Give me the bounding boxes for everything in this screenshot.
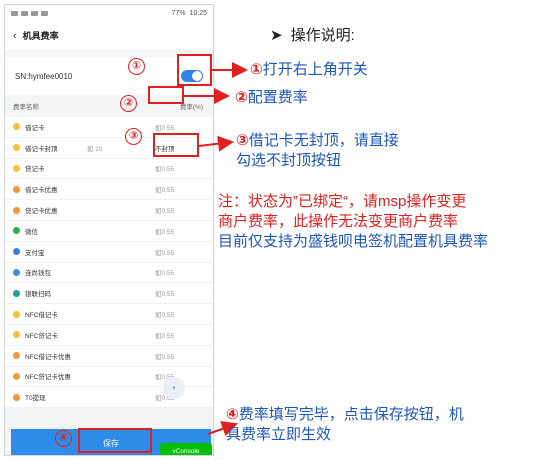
- instructions-title: ➤ 操作说明:: [270, 24, 355, 45]
- annotation-2: ②配置费率: [235, 88, 308, 108]
- note-block: 注：状态为”已绑定“，请msp操作变更 商户费率，此操作无法变更商户费率 目前仅…: [218, 192, 488, 252]
- annotation-3: ③借记卡无封顶，请直接 勾选不封顶按钮: [236, 131, 399, 171]
- annotation-4-num: ④: [226, 406, 239, 423]
- annotation-3-num: ③: [236, 132, 249, 149]
- annotation-1-num: ①: [250, 61, 263, 78]
- annotation-2-num: ②: [235, 89, 248, 106]
- annotation-2-text: 配置费率: [247, 89, 308, 106]
- annotation-4-line2: 具费率立即生效: [226, 426, 332, 443]
- note-line-1: 注：状态为”已绑定“，请msp操作变更: [218, 193, 467, 210]
- note-line-3: 目前仅支持为盛钱呗电签机配置机具费率: [218, 233, 489, 250]
- annotation-3-line2: 勾选不封顶按钮: [236, 152, 342, 169]
- annotation-4-line1: 费率填写完毕，点击保存按钮，机: [238, 406, 464, 423]
- annotation-3-line1: 借记卡无封顶，请直接: [248, 132, 399, 149]
- instructions-title-text: 操作说明:: [290, 27, 355, 44]
- arrow-bullet-icon: ➤: [270, 26, 283, 44]
- note-line-2: 商户费率，此操作无法变更商户费率: [218, 213, 459, 230]
- annotation-1: ①打开右上角开关: [250, 60, 368, 80]
- annotation-1-text: 打开右上角开关: [262, 61, 368, 78]
- annotation-4: ④费率填写完毕，点击保存按钮，机 具费率立即生效: [226, 405, 464, 445]
